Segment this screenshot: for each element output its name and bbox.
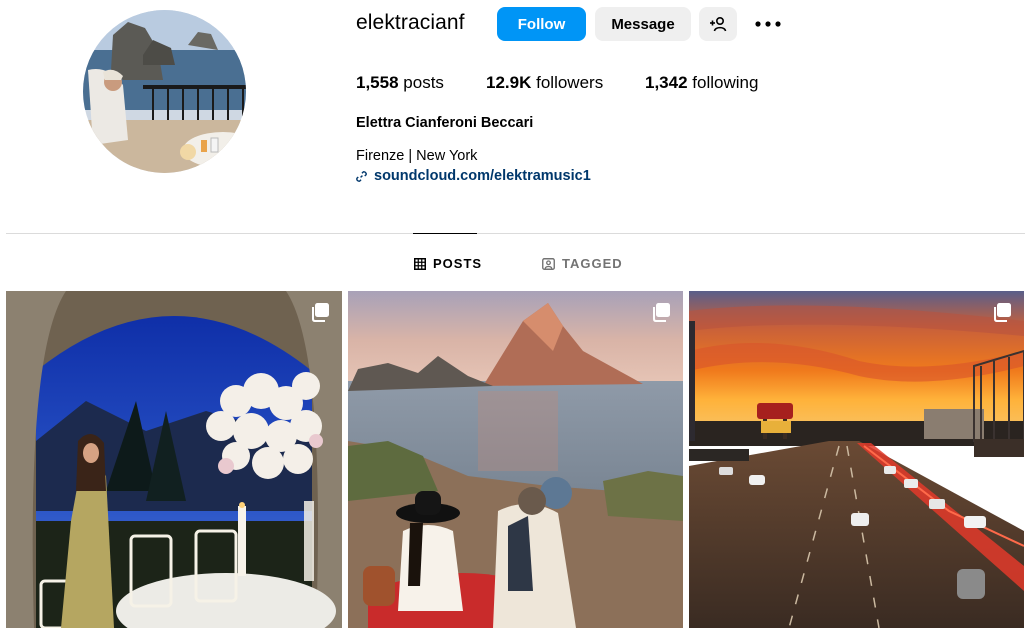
post-tile[interactable] (348, 291, 683, 628)
more-options-icon (755, 21, 781, 27)
profile-link[interactable]: soundcloud.com/elektramusic1 (355, 168, 591, 184)
tab-posts-label: POSTS (433, 256, 483, 271)
posts-count-value: 1,558 (356, 73, 399, 92)
multiple-images-icon (992, 302, 1012, 322)
profile-full-name: Elettra Cianferoni Beccari (356, 115, 534, 131)
active-tab-indicator (413, 233, 477, 234)
posts-count: 1,558 posts (356, 73, 444, 93)
tabs-divider (6, 233, 1025, 234)
post-tile[interactable] (689, 291, 1024, 628)
tagged-icon (542, 257, 555, 270)
followers-count-value: 12.9K (486, 73, 532, 92)
more-options-button[interactable] (750, 10, 786, 38)
tab-tagged[interactable]: TAGGED (542, 256, 623, 271)
following-count-label: following (692, 73, 759, 92)
following-count-value: 1,342 (645, 73, 688, 92)
followers-count[interactable]: 12.9K followers (486, 73, 603, 93)
post-tile[interactable] (6, 291, 342, 628)
following-count[interactable]: 1,342 following (645, 73, 758, 93)
link-icon (355, 170, 368, 183)
profile-avatar[interactable] (83, 10, 246, 173)
person-add-icon (709, 16, 727, 32)
multiple-images-icon (651, 302, 671, 322)
followers-count-label: followers (536, 73, 604, 92)
follow-button[interactable]: Follow (497, 7, 586, 41)
tab-tagged-label: TAGGED (562, 256, 623, 271)
posts-count-label: posts (403, 73, 444, 92)
tab-posts[interactable]: POSTS (414, 256, 482, 271)
profile-link-text: soundcloud.com/elektramusic1 (374, 168, 591, 184)
grid-icon (414, 257, 426, 270)
message-button[interactable]: Message (595, 7, 691, 41)
profile-username: elektracianf (356, 11, 465, 34)
suggested-accounts-button[interactable] (699, 7, 737, 41)
profile-bio: Firenze | New York (356, 148, 478, 164)
multiple-images-icon (310, 302, 330, 322)
profile-page: elektracianf Follow Message 1,558 posts (0, 0, 1030, 633)
